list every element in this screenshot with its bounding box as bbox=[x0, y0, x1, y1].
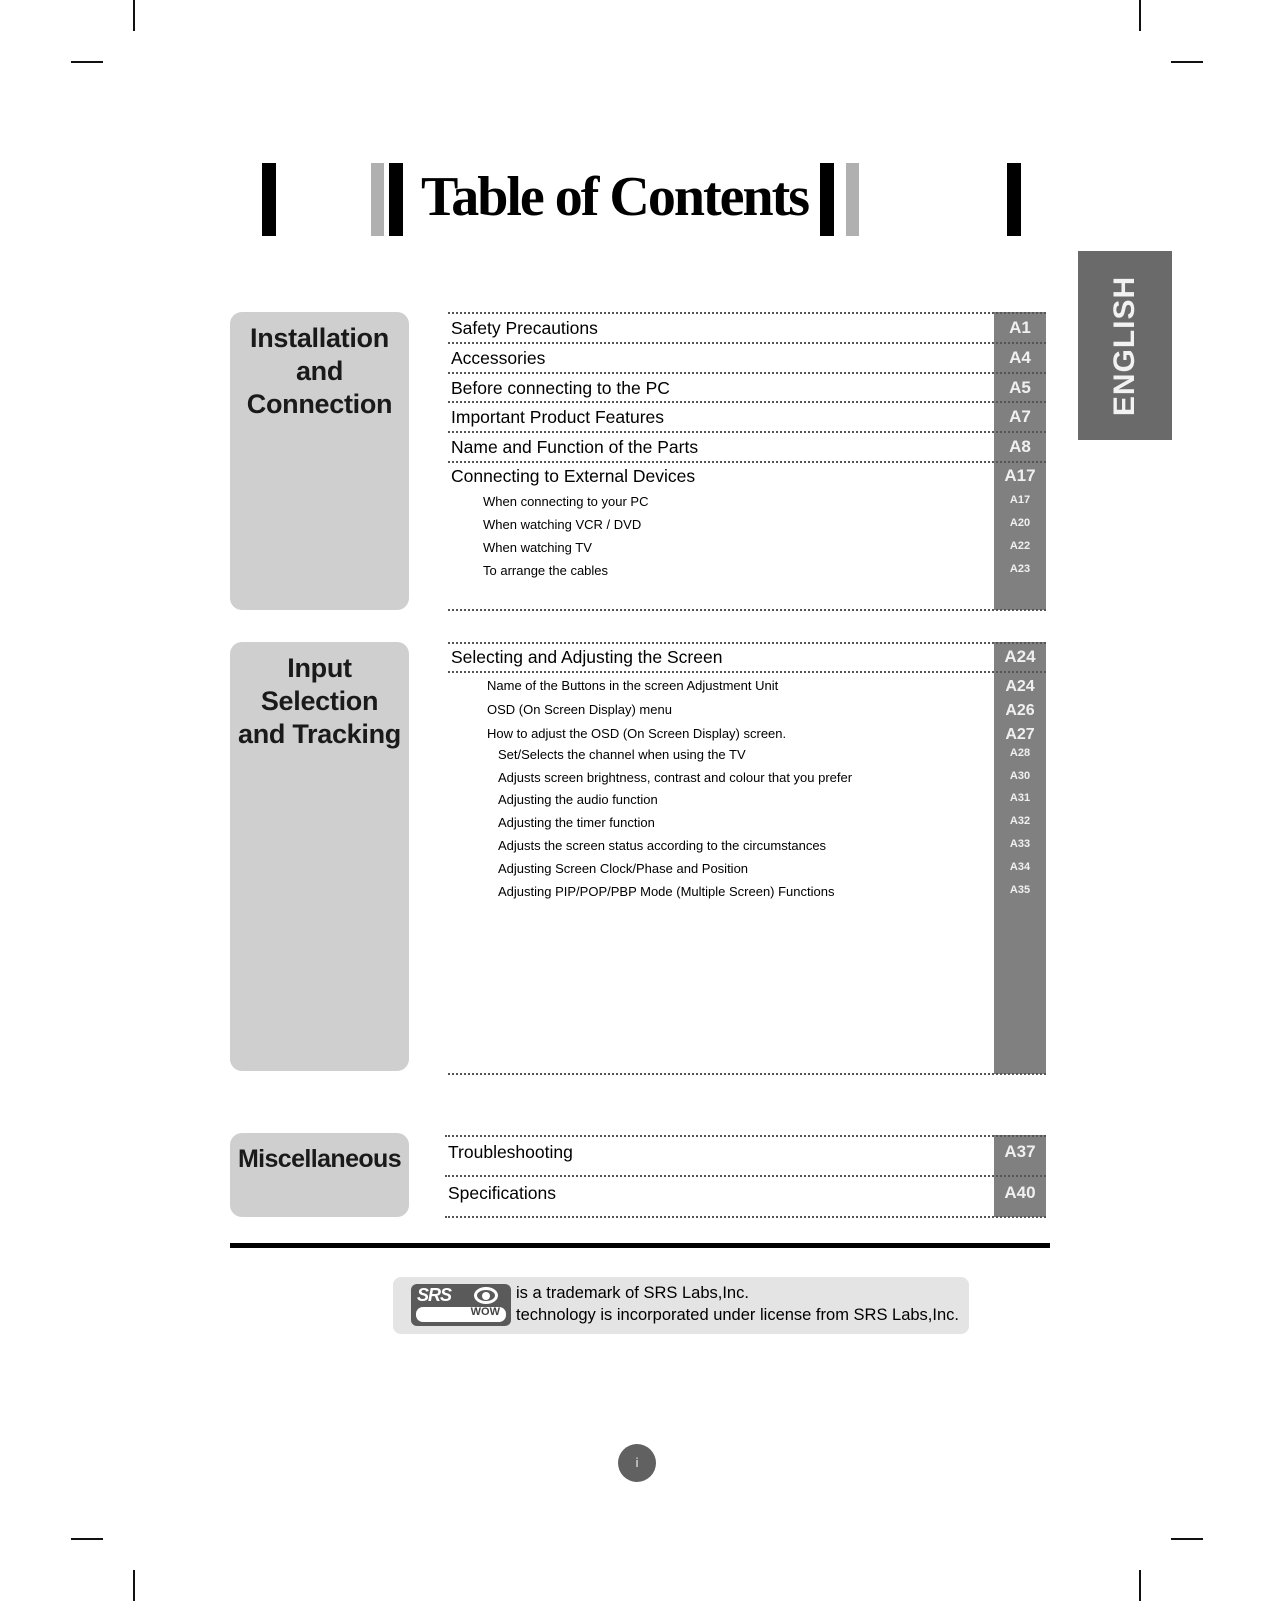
dotted-divider bbox=[448, 401, 1046, 403]
toc-entry-title: When connecting to your PC bbox=[483, 494, 649, 509]
crop-mark bbox=[1171, 61, 1203, 63]
horizontal-rule bbox=[230, 1243, 1050, 1248]
dotted-divider bbox=[448, 1073, 1046, 1075]
trademark-line: technology is incorporated under license… bbox=[516, 1306, 959, 1324]
toc-entry-title: Adjusts the screen status according to t… bbox=[498, 838, 827, 853]
language-tab[interactable]: ENGLISH bbox=[1078, 251, 1172, 440]
toc-entry-page: A22 bbox=[1009, 540, 1031, 552]
section-label-input-selection: Input Selection and Tracking bbox=[230, 642, 409, 1071]
toc-entry-page: A5 bbox=[1009, 378, 1031, 397]
toc-entry-title: Name of the Buttons in the screen Adjust… bbox=[487, 678, 779, 693]
logo-bar: WOW bbox=[416, 1306, 506, 1322]
dotted-divider bbox=[448, 642, 1046, 644]
toc-section-miscellaneous: Troubleshooting A37 Specifications A40 bbox=[445, 1135, 1046, 1219]
dotted-divider bbox=[448, 372, 1046, 374]
toc-entry-title: Specifications bbox=[448, 1183, 556, 1203]
dotted-divider bbox=[445, 1175, 1046, 1177]
toc-entry-title: Selecting and Adjusting the Screen bbox=[451, 647, 723, 667]
toc-entry-title: When watching VCR / DVD bbox=[483, 517, 642, 532]
toc-entry-title: Set/Selects the channel when using the T… bbox=[498, 747, 746, 762]
logo-text: WOW bbox=[470, 1306, 500, 1318]
toc-entry-title: Adjusting PIP/POP/PBP Mode (Multiple Scr… bbox=[498, 884, 835, 899]
title-bar-decoration bbox=[262, 163, 276, 236]
crop-mark bbox=[71, 61, 103, 63]
toc-section-installation: Safety Precautions A1 Accessories A4 Bef… bbox=[448, 312, 1046, 612]
toc-entry-page: A27 bbox=[1005, 726, 1035, 743]
title-bar-decoration bbox=[389, 163, 403, 236]
crop-mark bbox=[1139, 0, 1141, 31]
toc-entry-page: A33 bbox=[1009, 838, 1031, 850]
crop-mark bbox=[1139, 1570, 1141, 1601]
dotted-divider bbox=[448, 461, 1046, 463]
toc-section-input-selection: Selecting and Adjusting the Screen A24 N… bbox=[448, 642, 1046, 1076]
crop-mark bbox=[133, 0, 135, 31]
toc-entry-page: A1 bbox=[1009, 318, 1031, 337]
toc-entry-page: A8 bbox=[1009, 437, 1031, 456]
toc-entry-page: A4 bbox=[1009, 348, 1031, 367]
trademark-notice: SRS WOW is a trademark of SRS Labs,Inc. … bbox=[393, 1277, 969, 1334]
toc-entry-page: A23 bbox=[1009, 563, 1031, 575]
toc-entry-title: Adjusting the audio function bbox=[498, 792, 658, 807]
section-label-line: Installation bbox=[250, 323, 389, 353]
logo-text: SRS bbox=[417, 1285, 452, 1305]
toc-entry-title: Troubleshooting bbox=[448, 1142, 573, 1162]
toc-entry-title: Adjusting the timer function bbox=[498, 815, 655, 830]
section-label-line: and bbox=[295, 356, 344, 386]
toc-entry-title: Before connecting to the PC bbox=[451, 378, 670, 398]
toc-entry-page: A31 bbox=[1009, 792, 1031, 804]
dotted-divider bbox=[448, 671, 1046, 673]
crop-mark bbox=[133, 1570, 135, 1601]
toc-entry-page: A34 bbox=[1009, 861, 1031, 873]
toc-entry-page: A35 bbox=[1009, 884, 1031, 896]
dotted-divider bbox=[448, 609, 1046, 611]
section-label-line: Selection bbox=[260, 686, 379, 716]
toc-entry-title: Adjusts screen brightness, contrast and … bbox=[498, 770, 853, 785]
toc-entry-title: To arrange the cables bbox=[483, 563, 609, 578]
toc-entry-title: Accessories bbox=[451, 348, 546, 368]
dotted-divider bbox=[445, 1216, 1046, 1218]
page-number-badge: i bbox=[618, 1444, 656, 1482]
toc-entry-page: A28 bbox=[1009, 747, 1031, 759]
title-bar-decoration bbox=[846, 163, 859, 236]
section-label-line: Connection bbox=[246, 389, 393, 419]
section-label-line: Input bbox=[287, 653, 352, 683]
title-bar-decoration bbox=[1007, 163, 1021, 236]
toc-entry-page: A26 bbox=[1005, 702, 1035, 719]
toc-entry-page: A32 bbox=[1009, 815, 1031, 827]
section-label-miscellaneous: Miscellaneous bbox=[230, 1133, 409, 1217]
toc-entry-title: How to adjust the OSD (On Screen Display… bbox=[487, 726, 787, 741]
toc-entry-page: A37 bbox=[1004, 1142, 1036, 1161]
section-label-line: and Tracking bbox=[238, 719, 401, 749]
toc-entry-page: A17 bbox=[1004, 466, 1036, 485]
trademark-line: is a trademark of SRS Labs,Inc. bbox=[516, 1284, 749, 1302]
toc-entry-title: Adjusting Screen Clock/Phase and Positio… bbox=[498, 861, 749, 876]
section-label-installation: Installation and Connection bbox=[230, 312, 409, 610]
toc-entry-page: A7 bbox=[1009, 407, 1031, 426]
toc-entry-title: Name and Function of the Parts bbox=[451, 437, 699, 457]
crop-mark bbox=[1171, 1538, 1203, 1540]
title-bar-decoration bbox=[371, 163, 384, 236]
toc-entry-title: Important Product Features bbox=[451, 407, 665, 427]
dotted-divider bbox=[448, 312, 1046, 314]
sound-ring-icon bbox=[474, 1287, 498, 1304]
toc-entry-page: A24 bbox=[1004, 647, 1036, 666]
toc-entry-title: When watching TV bbox=[483, 540, 592, 555]
section-label-line: Miscellaneous bbox=[237, 1145, 402, 1173]
language-tab-label: ENGLISH bbox=[1108, 275, 1141, 416]
toc-entry-page: A20 bbox=[1009, 517, 1031, 529]
crop-mark bbox=[71, 1538, 103, 1540]
title-bar-decoration bbox=[820, 163, 834, 236]
page-title: Table of Contents bbox=[421, 166, 810, 228]
toc-entry-title: OSD (On Screen Display) menu bbox=[487, 702, 672, 717]
srs-wow-logo-icon: SRS WOW bbox=[411, 1284, 511, 1326]
toc-entry-title: Safety Precautions bbox=[451, 318, 598, 338]
toc-entry-title: Connecting to External Devices bbox=[451, 466, 696, 486]
dotted-divider bbox=[445, 1135, 1046, 1137]
toc-entry-page: A24 bbox=[1005, 678, 1035, 695]
toc-entry-page: A30 bbox=[1009, 770, 1031, 782]
toc-entry-page: A40 bbox=[1004, 1183, 1036, 1202]
toc-entry-page: A17 bbox=[1009, 494, 1031, 506]
dotted-divider bbox=[448, 431, 1046, 433]
dotted-divider bbox=[448, 342, 1046, 344]
